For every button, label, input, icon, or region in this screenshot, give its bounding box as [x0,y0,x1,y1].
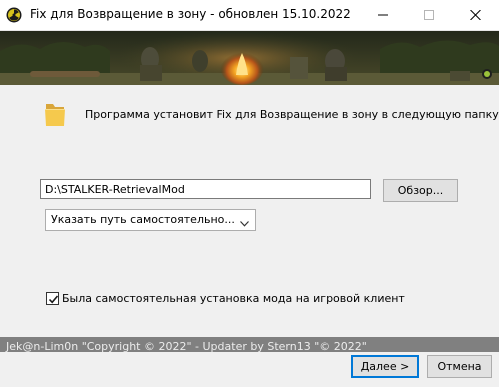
campfire-banner-image [0,31,499,85]
install-path-input[interactable] [40,179,371,199]
minimize-button[interactable] [360,0,406,30]
folder-icon [44,102,66,128]
radiation-app-icon [6,7,22,23]
browse-button[interactable]: Обзор... [383,179,458,202]
path-mode-select-value: Указать путь самостоятельно... [51,213,235,226]
manual-install-checkbox-label[interactable]: Была самостоятельная установка мода на и… [62,292,405,305]
window-title: Fix для Возвращение в зону - обновлен 15… [30,7,351,21]
path-mode-select[interactable]: Указать путь самостоятельно... [45,209,256,231]
minimize-icon [378,14,388,16]
title-bar: Fix для Возвращение в зону - обновлен 15… [0,0,499,31]
close-icon [470,10,481,20]
maximize-icon [424,10,434,20]
button-bar [0,352,499,387]
maximize-button[interactable] [406,0,452,30]
close-button[interactable] [452,0,498,30]
install-info-text: Программа установит Fix для Возвращение … [85,108,499,121]
manual-install-checkbox[interactable] [46,292,59,305]
checkmark-icon [48,295,59,304]
next-button[interactable]: Далее > [351,355,419,378]
cancel-button[interactable]: Отмена [427,355,492,378]
chevron-down-icon [240,217,249,230]
